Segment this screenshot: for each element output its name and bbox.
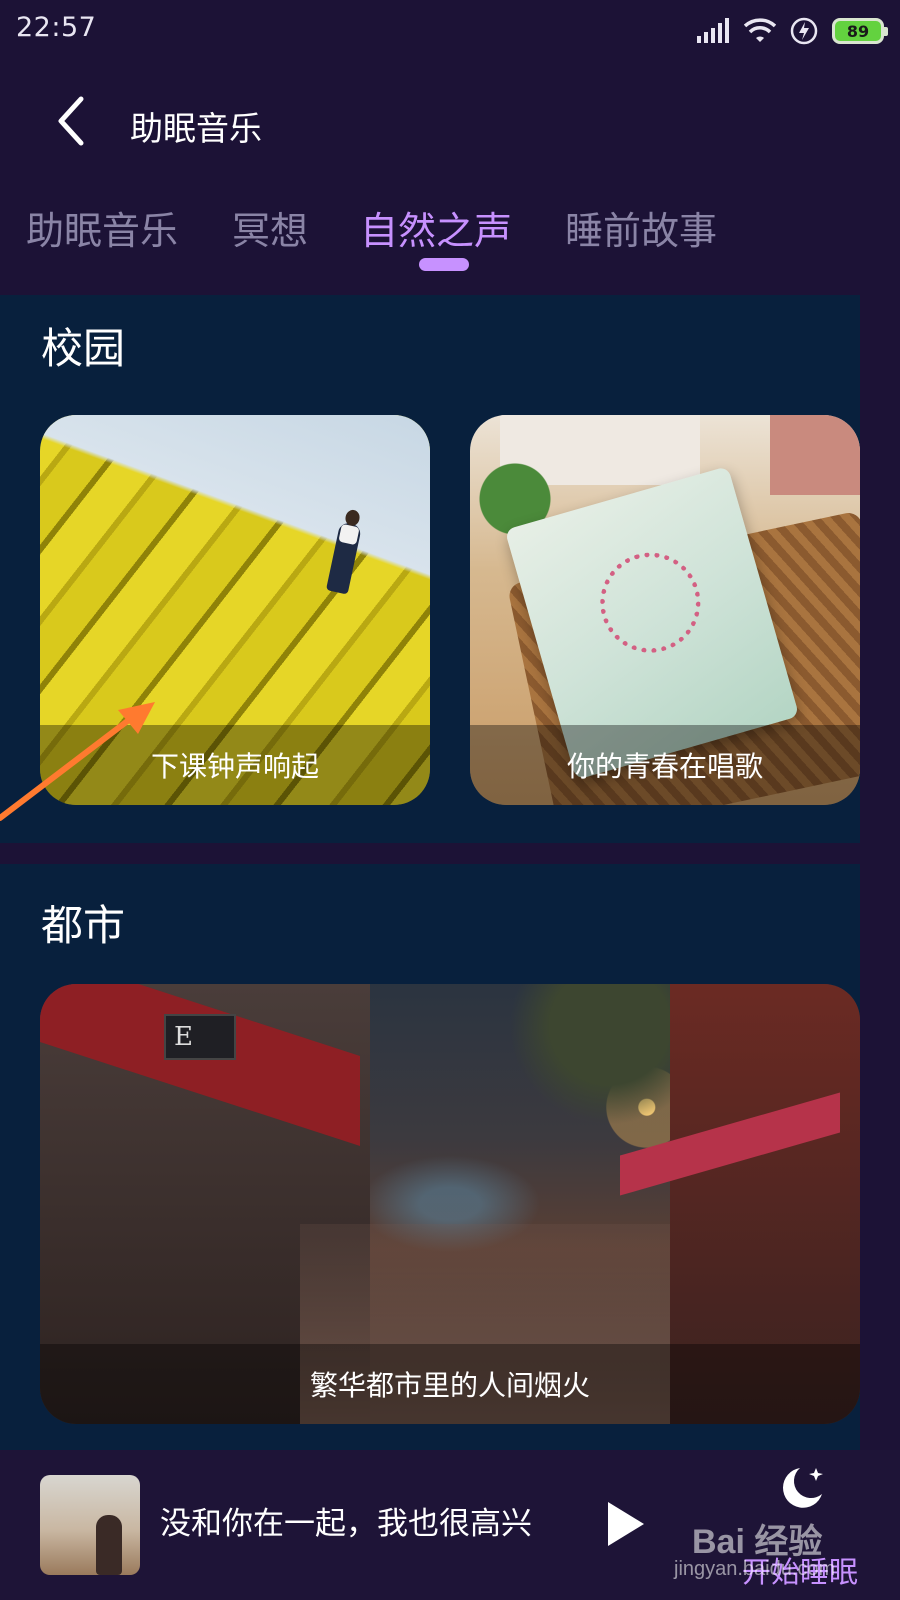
screen: 22:57 89 助眠音乐 助眠音乐 冥想 自然之声 睡前故事 校园 下课钟声响… xyxy=(0,0,900,1600)
category-tabs: 助眠音乐 冥想 自然之声 睡前故事 xyxy=(0,200,900,280)
charging-icon xyxy=(790,17,818,45)
tab-active-indicator xyxy=(419,258,469,271)
moon-stars-icon xyxy=(782,1468,823,1508)
battery-level: 89 xyxy=(846,21,870,41)
tab-sleep-music[interactable]: 助眠音乐 xyxy=(26,200,178,255)
section-campus: 校园 下课钟声响起 你的青春在唱歌 xyxy=(0,295,860,843)
card-image-sign: E xyxy=(164,1014,236,1060)
back-button[interactable] xyxy=(36,86,106,156)
section-title: 校园 xyxy=(41,324,126,373)
tab-bedtime-stories[interactable]: 睡前故事 xyxy=(565,200,717,255)
signal-icon xyxy=(697,18,729,43)
sound-card-city-life[interactable]: E 繁华都市里的人间烟火 xyxy=(40,984,860,1424)
sound-card-youth-singing[interactable]: 你的青春在唱歌 xyxy=(470,415,860,805)
card-caption: 你的青春在唱歌 xyxy=(470,725,860,805)
header: 助眠音乐 xyxy=(0,80,900,170)
tab-nature-sounds[interactable]: 自然之声 xyxy=(360,200,512,255)
page-title: 助眠音乐 xyxy=(130,109,262,148)
status-icons: 89 xyxy=(696,14,888,48)
section-city: 都市 E 繁华都市里的人间烟火 xyxy=(0,864,860,1450)
wifi-icon xyxy=(744,18,776,42)
track-cover-image[interactable] xyxy=(40,1475,140,1575)
card-image-wreath xyxy=(588,540,713,665)
section-title: 都市 xyxy=(41,901,126,950)
start-sleep-button[interactable]: 开始睡眠 xyxy=(730,1460,870,1595)
play-button[interactable] xyxy=(600,1494,652,1554)
mini-player: 没和你在一起，我也很高兴 开始睡眠 xyxy=(0,1450,900,1600)
status-time: 22:57 xyxy=(16,12,97,43)
status-bar: 22:57 89 xyxy=(0,0,900,62)
battery-icon: 89 xyxy=(832,18,888,44)
sound-card-class-bell[interactable]: 下课钟声响起 xyxy=(40,415,430,805)
track-title[interactable]: 没和你在一起，我也很高兴 xyxy=(160,1498,532,1543)
card-image-detail xyxy=(770,415,860,495)
tab-meditation[interactable]: 冥想 xyxy=(232,200,308,255)
card-caption: 繁华都市里的人间烟火 xyxy=(40,1344,860,1424)
play-icon xyxy=(608,1502,644,1546)
chevron-left-icon xyxy=(58,96,84,146)
card-caption: 下课钟声响起 xyxy=(40,725,430,805)
start-sleep-label: 开始睡眠 xyxy=(742,1555,859,1589)
